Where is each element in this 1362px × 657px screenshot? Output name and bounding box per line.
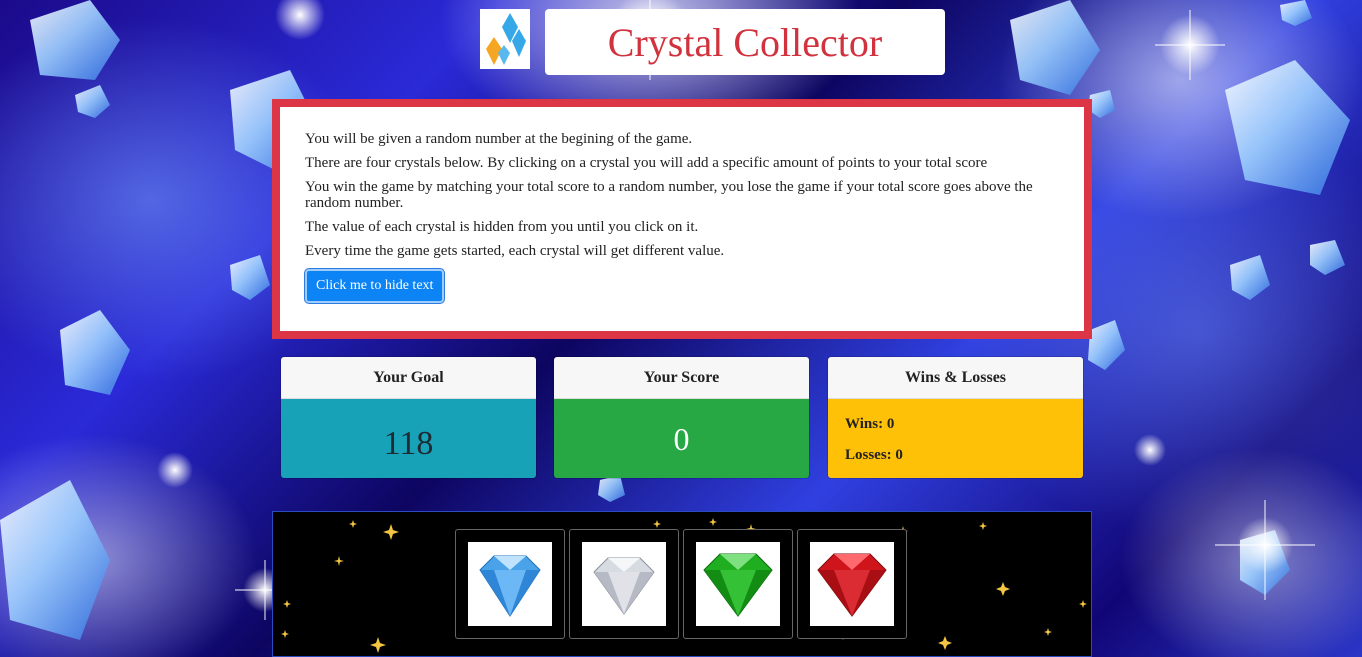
crystal-row [455,529,907,639]
crystal-panel [272,511,1092,657]
instruction-line: The value of each crystal is hidden from… [305,219,699,235]
goal-card-title: Your Goal [281,357,536,399]
losses-count: Losses: 0 [845,446,903,463]
instruction-line: There are four crystals below. By clicki… [305,155,988,171]
crystal-green-button[interactable] [683,529,793,639]
instruction-line: You win the game by matching your total … [305,179,1033,211]
wins-losses-card: Wins & Losses Wins: 0 Losses: 0 [827,356,1084,479]
instruction-line: You will be given a random number at the… [305,131,693,147]
wins-count: Wins: 0 [845,415,895,432]
instructions-panel: You will be given a random number at the… [272,99,1092,339]
blue-diamond-icon [479,555,541,617]
crystal-blue-button[interactable] [455,529,565,639]
instruction-line: Every time the game gets started, each c… [305,243,725,259]
goal-value: 118 [281,399,536,478]
crystal-white-button[interactable] [569,529,679,639]
score-card-title: Your Score [554,357,809,399]
wins-losses-card-title: Wins & Losses [828,357,1083,399]
crystal-red-button[interactable] [797,529,907,639]
crystal-cluster-icon [486,13,526,65]
goal-card: Your Goal 118 [280,356,537,479]
green-diamond-icon [703,553,773,617]
score-value: 0 [554,399,809,478]
logo [480,9,530,69]
white-diamond-icon [593,557,655,615]
page-title: Crystal Collector [545,9,945,75]
red-diamond-icon [817,553,887,617]
score-card: Your Score 0 [553,356,810,479]
hide-text-button[interactable]: Click me to hide text [305,269,445,303]
